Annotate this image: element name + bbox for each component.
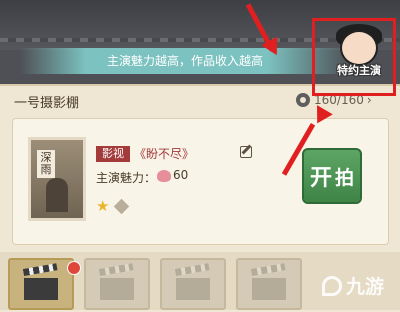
edit-icon[interactable] xyxy=(240,146,252,158)
poster-label: 深雨 xyxy=(37,150,55,178)
genre-tag: 影视 xyxy=(96,146,130,162)
clapperboard-icon xyxy=(24,278,58,300)
poster-door-graphic xyxy=(46,178,68,212)
start-button-char-2: 拍 xyxy=(335,166,355,189)
film-reel-icon xyxy=(296,93,310,107)
charm-icon xyxy=(157,170,171,182)
studio-slot-4[interactable] xyxy=(236,258,302,310)
studio-slot-2[interactable] xyxy=(84,258,150,310)
charm-value: 60 xyxy=(173,168,189,182)
watermark-logo-icon xyxy=(322,275,342,296)
charm-label: 主演魅力： xyxy=(96,171,157,185)
site-watermark: 九游 xyxy=(322,272,384,299)
star-icon: ★ xyxy=(96,197,110,215)
studio-slot-1[interactable] xyxy=(8,258,74,310)
studio-slot-3[interactable] xyxy=(160,258,226,310)
watermark-text: 九游 xyxy=(346,276,385,298)
film-poster[interactable]: 深雨 xyxy=(28,137,86,221)
clapperboard-icon xyxy=(252,278,286,300)
start-filming-button[interactable]: 开 拍 xyxy=(302,148,362,204)
clapperboard-icon xyxy=(100,278,134,300)
film-name: 《盼不尽》 xyxy=(134,147,195,161)
annotation-highlight-box xyxy=(312,18,396,96)
start-button-char-1: 开 xyxy=(309,166,332,191)
panel-title: 一号摄影棚 xyxy=(14,96,80,111)
hint-banner: 主演魅力越高，作品收入越高 xyxy=(20,48,350,74)
clapperboard-icon xyxy=(176,278,210,300)
notification-dot xyxy=(67,261,81,275)
